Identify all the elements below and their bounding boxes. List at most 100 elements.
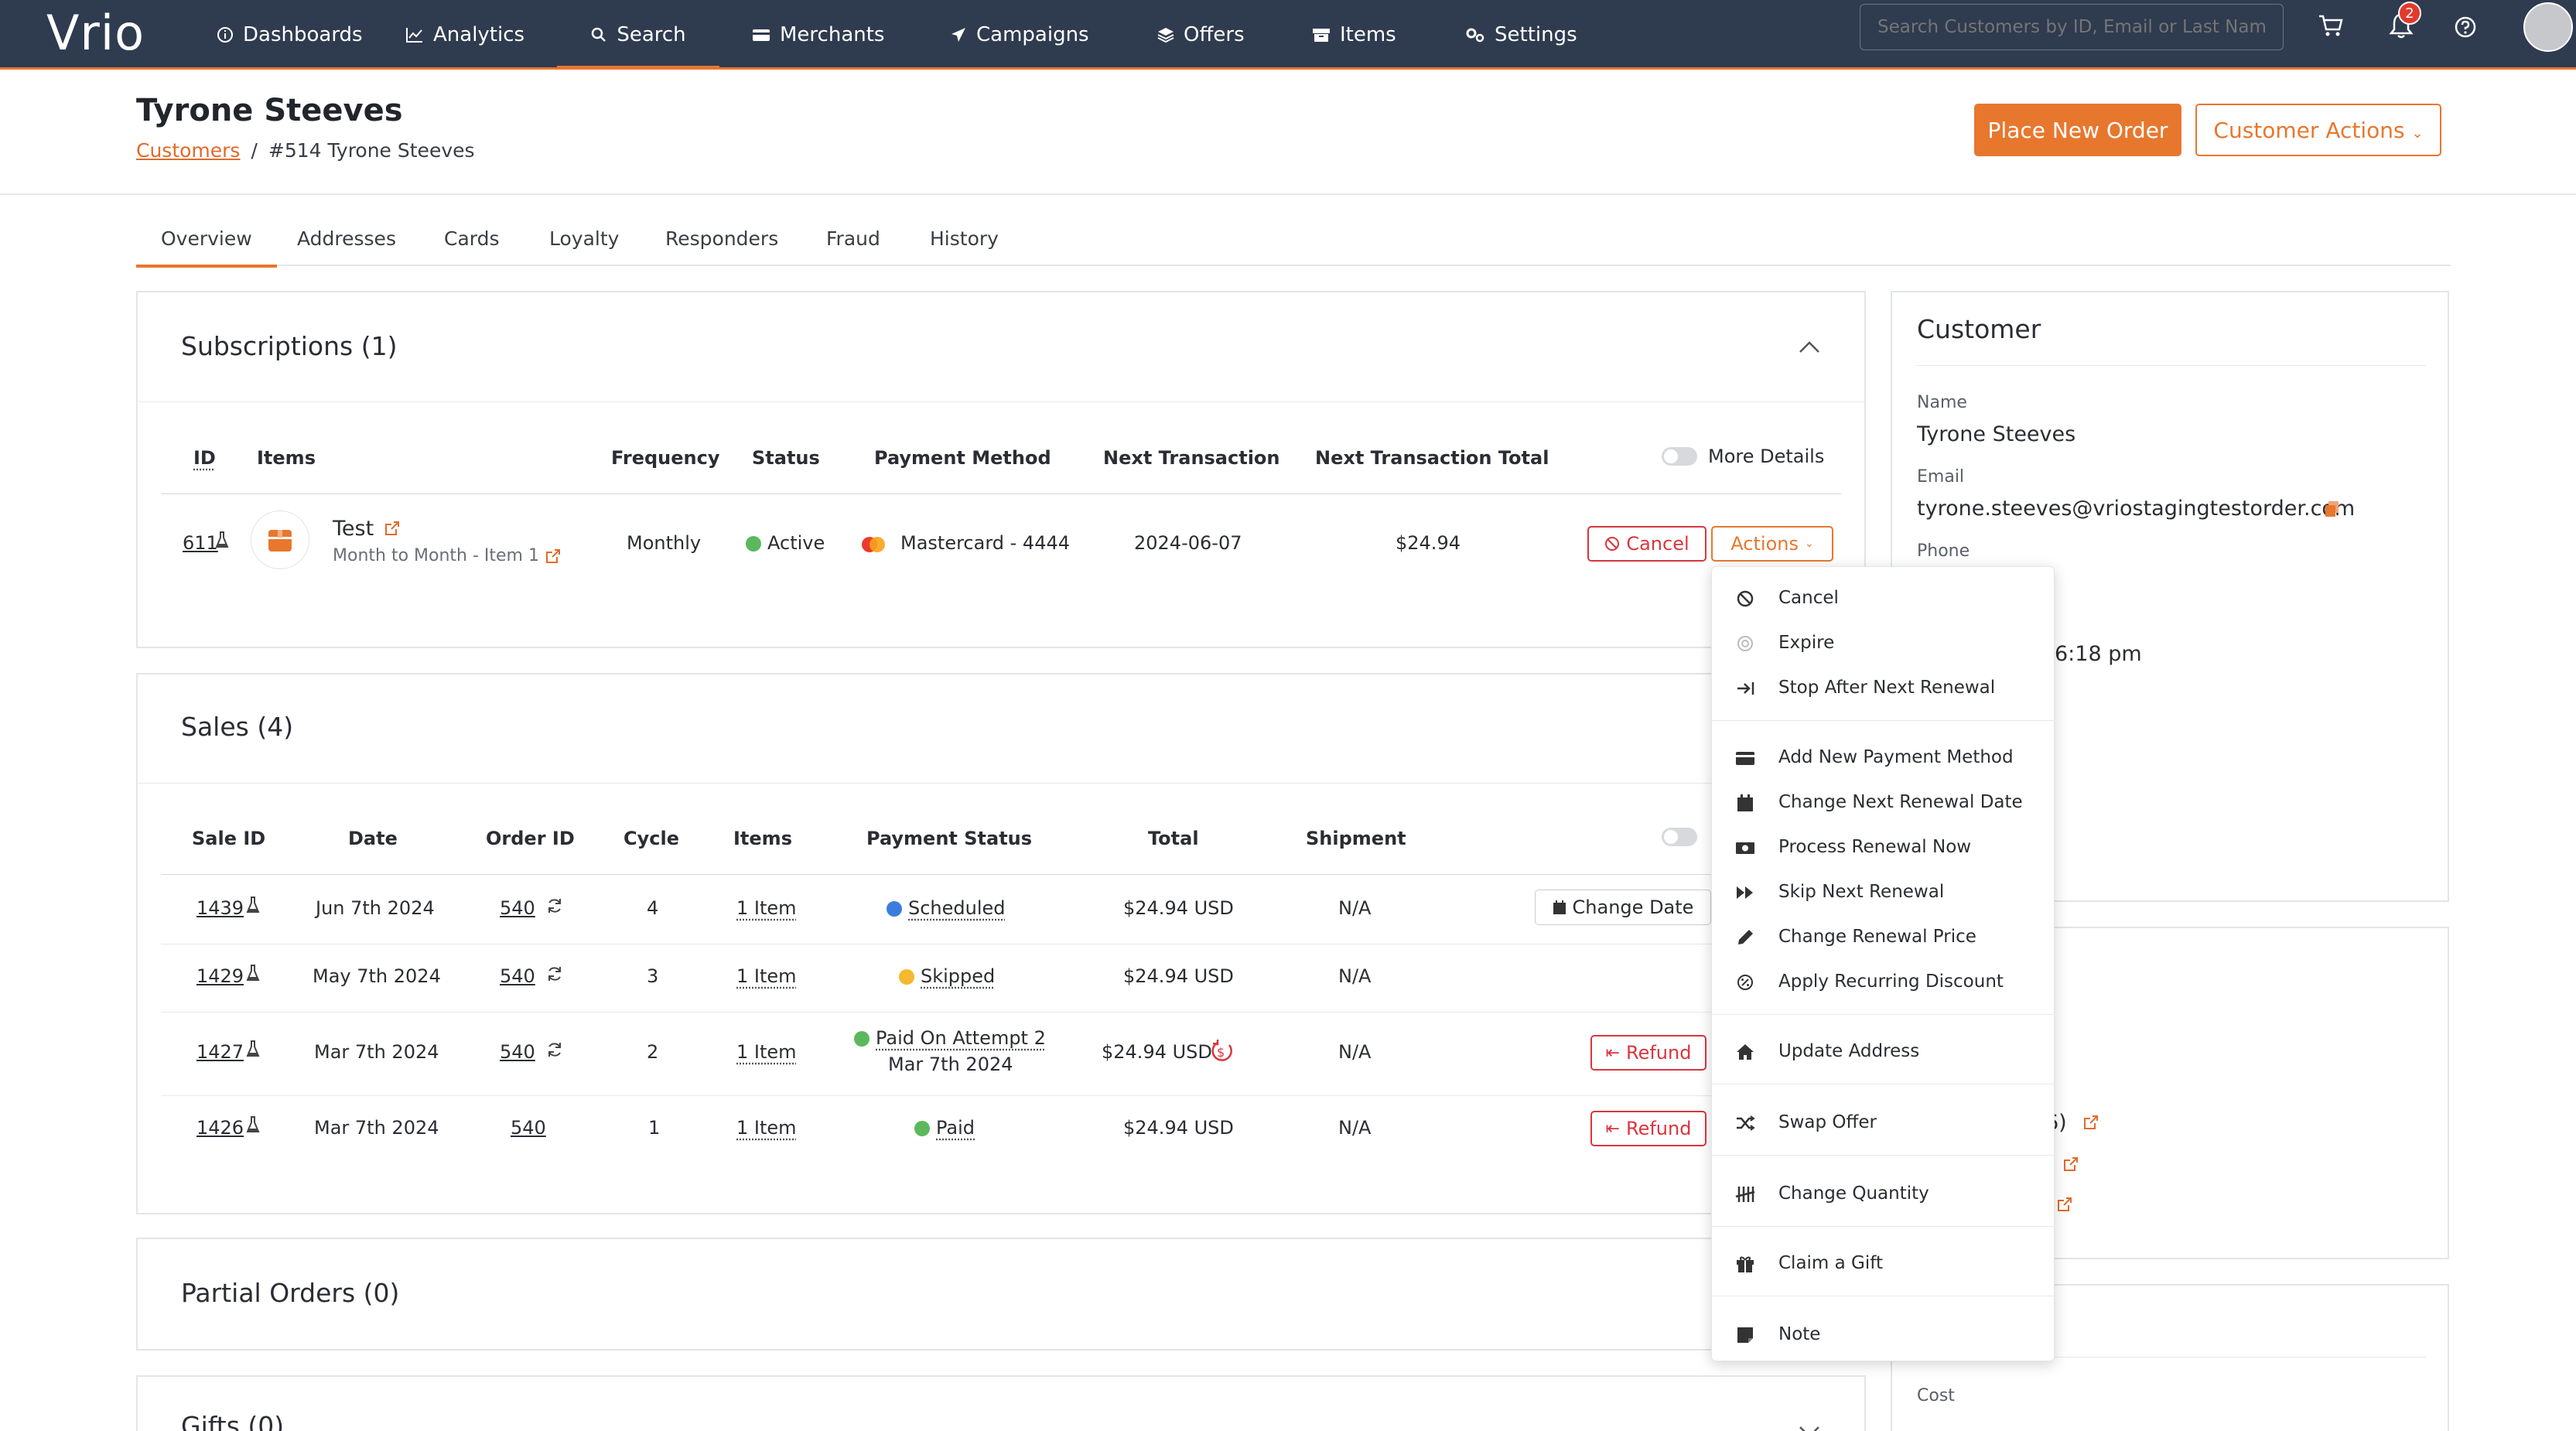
menu-label: Process Renewal Now [1778,837,1971,857]
sales-details-toggle[interactable] [1662,828,1697,846]
menu-item-change-renewal-date[interactable]: Change Next Renewal Date [1712,780,2055,824]
nav-analytics[interactable]: Analytics [405,0,524,70]
menu-item-add-payment-method[interactable]: Add New Payment Method [1712,736,2055,779]
email-label: Email [1917,467,1964,487]
menu-item-skip-next-renewal[interactable]: Skip Next Renewal [1712,870,2055,914]
cart-icon[interactable] [2318,14,2344,37]
sale-items[interactable]: 1 Item [736,1041,797,1063]
order-id-link[interactable]: 540 [500,897,535,919]
menu-separator [1712,720,2055,721]
nav-label: Items [1340,23,1396,46]
sale-total: $24.94 USD [1123,965,1234,987]
refund-button[interactable]: ⇤ Refund [1590,1035,1707,1071]
paper-plane-icon [950,26,967,43]
external-link-icon[interactable] [2062,1156,2079,1173]
payment-status: Skipped [899,965,995,987]
tab-loyalty[interactable]: Loyalty [549,227,619,266]
col-order-id: Order ID [486,828,575,849]
sale-shipment: N/A [1338,965,1371,987]
menu-label: Claim a Gift [1778,1253,1883,1273]
help-icon[interactable] [2454,15,2477,39]
tally-icon [1735,1184,1755,1204]
menu-label: Update Address [1778,1041,1919,1061]
external-link-icon[interactable] [2056,1196,2073,1213]
order-id-link[interactable]: 540 [500,965,535,987]
external-link-icon[interactable] [545,548,562,565]
menu-item-claim-gift[interactable]: Claim a Gift [1712,1241,2055,1285]
nav-campaigns[interactable]: Campaigns [950,0,1089,70]
sale-id-link[interactable]: 1427 [196,1041,244,1063]
menu-label: Note [1778,1324,1820,1344]
tab-responders[interactable]: Responders [665,227,778,266]
actions-dropdown-button[interactable]: Actions ⌄ [1711,526,1833,562]
customer-card-title: Customer [1917,314,2041,344]
customer-name: Tyrone Steeves [1917,422,2075,446]
mastercard-icon [859,535,888,554]
menu-item-change-quantity[interactable]: Change Quantity [1712,1172,2055,1215]
line-chart-icon [405,26,424,43]
nav-search[interactable]: Search [557,0,719,70]
sale-items[interactable]: 1 Item [736,965,797,987]
gift-icon [1735,1254,1755,1274]
customer-actions-button[interactable]: Customer Actions ⌄ [2195,104,2441,156]
payment-status: Paid On Attempt 2 [854,1027,1046,1049]
tab-overview[interactable]: Overview [161,227,252,266]
nav-merchants[interactable]: Merchants [752,0,884,70]
external-link-icon[interactable] [384,520,401,537]
sale-id-link[interactable]: 1439 [196,897,244,919]
nav-items[interactable]: Items [1312,0,1396,70]
cancel-subscription-button[interactable]: Cancel [1587,526,1707,562]
status-text: Skipped [921,965,995,987]
subscription-actions-menu: Cancel Expire Stop After Next Renewal Ad… [1711,566,2055,1361]
more-details-toggle[interactable] [1662,447,1697,466]
sale-id-link[interactable]: 1429 [196,965,244,987]
card-divider [138,401,1866,402]
status-dot [899,969,914,985]
tab-addresses[interactable]: Addresses [297,227,396,266]
col-id: ID [193,447,216,469]
tab-fraud[interactable]: Fraud [826,227,880,266]
sale-items[interactable]: 1 Item [736,1117,797,1139]
package-icon [267,527,293,553]
status-dot [887,901,902,917]
partial-time: 6:18 pm [2055,642,2142,666]
sale-items[interactable]: 1 Item [736,897,797,919]
menu-item-change-renewal-price[interactable]: Change Renewal Price [1712,915,2055,958]
nav-offers[interactable]: Offers [1157,0,1245,70]
menu-item-note[interactable]: Note [1712,1313,2055,1356]
vrio-logo[interactable]: Vrio [46,5,145,61]
menu-item-swap-offer[interactable]: Swap Offer [1712,1101,2055,1144]
col-shipment: Shipment [1306,828,1406,849]
menu-item-apply-recurring-discount[interactable]: Apply Recurring Discount [1712,960,2055,1003]
nav-dashboards[interactable]: Dashboards [217,0,363,70]
card-divider [138,783,1866,784]
menu-item-stop-after-next-renewal[interactable]: Stop After Next Renewal [1712,666,2055,709]
col-status: Status [752,447,820,469]
place-new-order-button[interactable]: Place New Order [1974,104,2181,156]
external-link-icon[interactable] [2082,1114,2099,1131]
user-avatar[interactable] [2523,2,2573,52]
order-id-link[interactable]: 540 [500,1041,535,1063]
menu-item-expire[interactable]: Expire [1712,621,2055,664]
chevron-down-icon[interactable] [1798,1425,1821,1431]
menu-item-cancel[interactable]: Cancel [1712,576,2055,620]
sale-shipment: N/A [1338,897,1371,919]
change-date-button[interactable]: Change Date [1535,890,1711,925]
chevron-up-icon[interactable] [1798,340,1821,354]
flask-icon [246,1040,260,1058]
order-id-link[interactable]: 540 [511,1117,546,1139]
refund-label: Refund [1626,1118,1691,1139]
nav-settings[interactable]: Settings [1465,0,1577,70]
tab-history[interactable]: History [930,227,999,266]
circle-dot-icon [1735,634,1755,654]
refund-button[interactable]: ⇤ Refund [1590,1111,1707,1146]
menu-item-process-renewal-now[interactable]: Process Renewal Now [1712,825,2055,869]
breadcrumb-customers-link[interactable]: Customers [136,139,240,162]
menu-item-update-address[interactable]: Update Address [1712,1030,2055,1073]
customer-search-input[interactable] [1860,4,2284,50]
tab-cards[interactable]: Cards [444,227,500,266]
sale-id-link[interactable]: 1426 [196,1117,244,1139]
layers-icon [1157,26,1174,43]
copy-icon[interactable] [2324,500,2341,518]
subscription-id-link[interactable]: 611 [183,532,218,554]
